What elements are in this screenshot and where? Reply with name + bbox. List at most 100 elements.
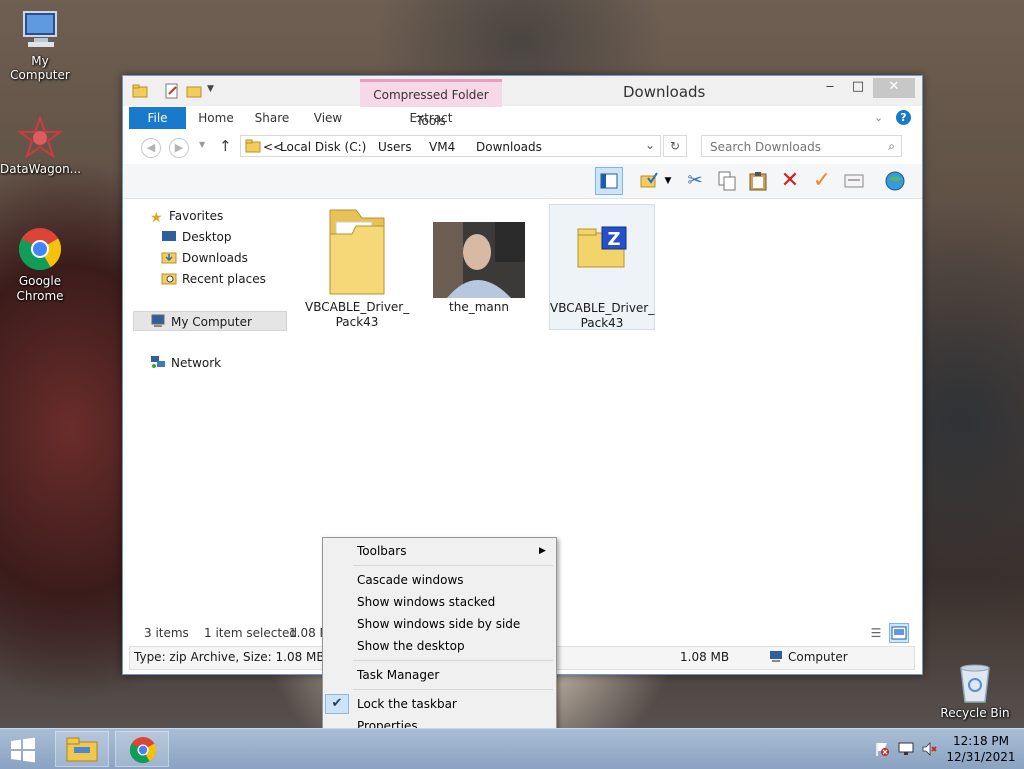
properties-window-icon[interactable] <box>840 167 868 195</box>
star-icon: ★ <box>150 210 163 226</box>
menu-item-cascade-windows[interactable]: Cascade windows <box>357 570 464 590</box>
menu-item-task-manager[interactable]: Task Manager <box>357 665 439 685</box>
taskbar: 12:18 PM 12/31/2021 <box>0 728 1024 769</box>
breadcrumb-local-disk[interactable]: Local Disk (C:) <box>280 140 366 154</box>
address-row: ◀ ▶ ▼ ↑ << Local Disk (C:) Users VM4 Dow… <box>123 132 922 162</box>
nav-item-desktop[interactable]: Desktop <box>161 227 232 247</box>
taskbar-context-menu: Toolbars ▶ Cascade windows Show windows … <box>322 537 557 742</box>
globe-icon[interactable] <box>881 167 909 195</box>
recent-places-icon <box>161 271 177 285</box>
computer-icon <box>150 314 166 328</box>
menu-separator <box>353 689 553 690</box>
network-status-icon[interactable] <box>898 741 914 757</box>
close-button[interactable]: ✕ <box>873 78 915 98</box>
breadcrumb-downloads[interactable]: Downloads <box>476 140 542 154</box>
rename-check-icon[interactable]: ✓ <box>808 167 836 195</box>
details-size: 1.08 MB <box>680 650 730 664</box>
file-item-image[interactable]: the_mann <box>427 204 531 315</box>
file-item-folder[interactable]: VBCABLE_Driver_ Pack43 <box>305 204 409 330</box>
menu-separator <box>353 660 553 661</box>
menu-item-show-the-desktop[interactable]: Show the desktop <box>357 636 465 656</box>
selection-count: 1 item selected <box>204 626 298 640</box>
taskbar-clock[interactable]: 12:18 PM 12/31/2021 <box>945 733 1017 765</box>
file-item-zip[interactable]: Z VBCABLE_Driver_ Pack43 <box>549 204 655 330</box>
chrome-icon <box>17 226 63 272</box>
forward-button[interactable]: ▶ <box>169 138 189 158</box>
clock-time: 12:18 PM <box>953 734 1009 748</box>
taskbar-file-explorer-button[interactable] <box>55 731 109 767</box>
desktop-icon-chrome[interactable]: Google Chrome <box>0 226 80 304</box>
nav-item-my-computer[interactable]: My Computer <box>133 311 287 331</box>
tab-share[interactable]: Share <box>245 107 299 129</box>
tab-extract[interactable]: Extract <box>361 107 501 129</box>
network-icon <box>150 355 166 369</box>
search-input[interactable] <box>708 139 882 155</box>
large-icons-view-button[interactable] <box>889 623 909 643</box>
details-view-button[interactable]: ☰ <box>867 624 885 642</box>
recent-locations-icon[interactable]: ▼ <box>199 140 205 149</box>
nav-item-network[interactable]: Network <box>150 353 221 373</box>
item-count: 3 items <box>144 626 189 640</box>
action-center-flag-icon[interactable] <box>874 741 890 757</box>
folder-check-icon[interactable] <box>635 167 663 195</box>
nav-item-favorites[interactable]: ★ Favorites <box>150 206 223 226</box>
lock-taskbar-checkmark-icon: ✔ <box>325 694 349 714</box>
cut-icon[interactable]: ✂ <box>681 167 709 195</box>
taskbar-chrome-button[interactable] <box>115 731 169 767</box>
folder-icon <box>305 204 409 300</box>
paste-icon[interactable] <box>744 167 772 195</box>
breadcrumb-users[interactable]: Users <box>378 140 412 154</box>
tab-view[interactable]: View <box>301 107 355 129</box>
refresh-button[interactable]: ↻ <box>663 135 687 157</box>
file-explorer-icon <box>66 736 98 765</box>
menu-item-show-windows-stacked[interactable]: Show windows stacked <box>357 592 495 612</box>
nav-item-downloads[interactable]: Downloads <box>161 248 248 268</box>
delete-icon[interactable]: ✕ <box>776 167 804 195</box>
computer-icon <box>768 650 784 663</box>
desktop-icon-label: Google Chrome <box>16 274 64 303</box>
desktop-icon-label: DataWagon... <box>0 162 82 176</box>
back-button[interactable]: ◀ <box>141 138 161 158</box>
preview-pane-button[interactable] <box>595 167 623 195</box>
desktop-icon-label: My Computer <box>10 54 70 82</box>
breadcrumb-vm4[interactable]: VM4 <box>429 140 455 154</box>
desktop-icon-recycle-bin[interactable]: Recycle Bin <box>935 660 1015 720</box>
qat-dropdown-icon[interactable]: ▼ <box>207 84 214 102</box>
volume-muted-icon[interactable] <box>922 741 938 757</box>
view-dropdown-icon[interactable]: ▼ <box>661 167 675 195</box>
maximize-button[interactable]: □ <box>845 78 871 98</box>
details-location: Computer <box>768 650 848 664</box>
svg-text:Z: Z <box>607 229 620 250</box>
address-dropdown-icon[interactable]: ⌄ <box>645 138 655 152</box>
nav-item-recent-places[interactable]: Recent places <box>161 269 266 289</box>
minimize-button[interactable]: ‒ <box>817 78 843 98</box>
desktop-icon-my-computer[interactable]: My Computer <box>0 8 80 82</box>
menu-item-lock-the-taskbar[interactable]: Lock the taskbar <box>357 694 457 714</box>
search-box[interactable]: ⌕ <box>701 135 902 157</box>
address-folder-icon <box>245 139 261 156</box>
desktop-icon <box>161 229 177 243</box>
datawagon-logo-icon <box>17 115 63 160</box>
collapse-ribbon-icon[interactable]: ⌄ <box>874 107 883 129</box>
up-button[interactable]: ↑ <box>219 137 232 155</box>
window-title: Downloads <box>623 83 706 101</box>
tab-home[interactable]: Home <box>189 107 243 129</box>
quick-access-folder-icon[interactable] <box>131 82 149 100</box>
image-thumbnail <box>427 204 531 300</box>
menu-item-toolbars[interactable]: Toolbars ▶ <box>357 541 547 561</box>
submenu-arrow-icon: ▶ <box>539 546 546 556</box>
copy-icon[interactable] <box>713 167 741 195</box>
command-toolbar: ▼ ✂ ✕ ✓ <box>123 164 922 199</box>
tab-file[interactable]: File <box>129 107 186 129</box>
properties-icon[interactable] <box>163 82 181 100</box>
address-bar[interactable]: << Local Disk (C:) Users VM4 Downloads ⌄ <box>240 135 661 157</box>
new-folder-icon[interactable] <box>185 82 203 100</box>
compressed-folder-tools-tab-group: Compressed Folder Tools <box>360 79 502 128</box>
start-button[interactable] <box>6 735 40 763</box>
desktop-icon-datawagon[interactable]: DataWagon... <box>0 115 82 176</box>
ribbon-tabs: File Home Share View Extract ⌄ ? <box>129 107 917 129</box>
help-icon[interactable]: ? <box>896 110 911 125</box>
zip-archive-icon: Z <box>550 205 654 301</box>
title-bar[interactable]: ▼ Compressed Folder Tools Downloads ‒ □ … <box>123 76 922 128</box>
menu-item-show-windows-side-by-side[interactable]: Show windows side by side <box>357 614 520 634</box>
